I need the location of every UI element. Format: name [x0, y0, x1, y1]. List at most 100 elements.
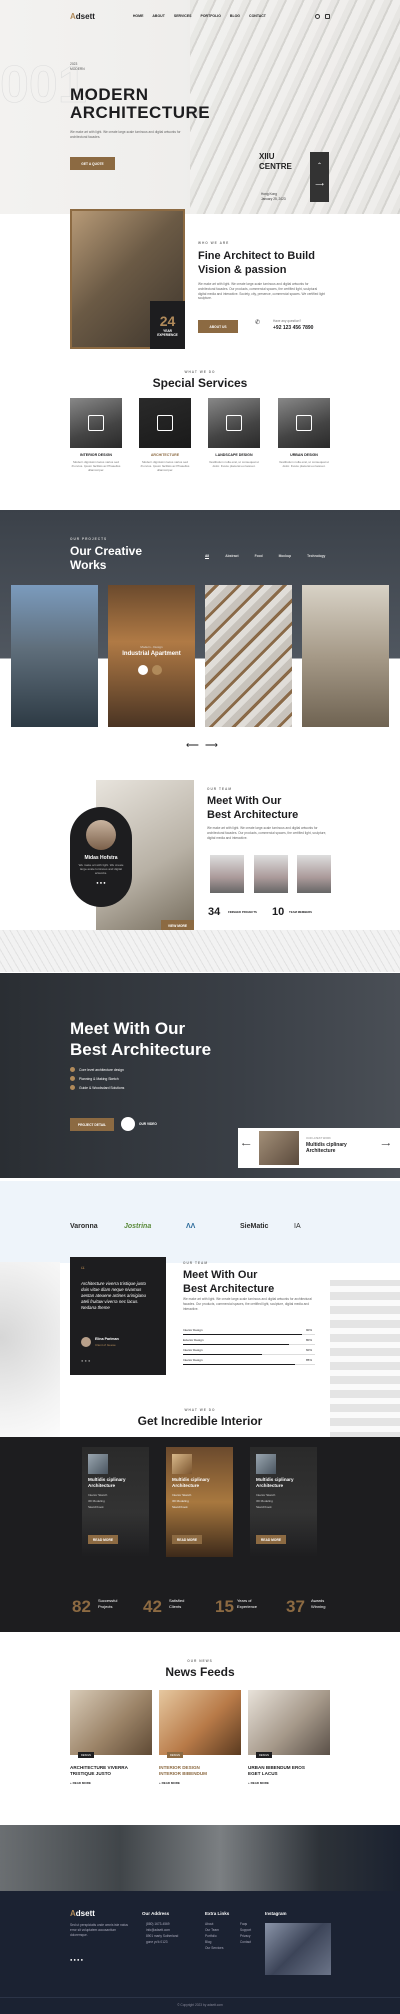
service-card[interactable]: INTERIOR DESIGN Modern dignissim lacus va…: [70, 398, 122, 473]
nav-home[interactable]: HOME: [133, 14, 144, 18]
footer-instagram-heading: Instagram: [265, 1911, 287, 1916]
service-card[interactable]: URBAN DESIGN Vestibulum nulla erat, ut co…: [278, 398, 330, 468]
slider-prev-icon[interactable]: ⌃: [310, 162, 329, 169]
interior-card[interactable]: Multidis ciplinary Architecture Interior …: [250, 1447, 317, 1557]
get-quote-button[interactable]: GET A QUOTE: [70, 157, 115, 170]
logo-text: dsett: [75, 11, 95, 21]
nav-services[interactable]: SERVICES: [174, 14, 192, 18]
stat-label-line1: Satisfied: [169, 1598, 185, 1603]
slider-next-icon[interactable]: ⟶: [310, 181, 329, 188]
team-face[interactable]: [297, 855, 331, 893]
logo[interactable]: Adsett: [70, 12, 95, 21]
tab-technology[interactable]: Technology: [307, 554, 325, 559]
experience-label2: EXPERIENCE: [157, 333, 178, 337]
client-logo[interactable]: SieMatic: [240, 1223, 268, 1230]
about-us-button[interactable]: ABOUT US: [198, 320, 238, 333]
service-card[interactable]: LANDSCAPE DESIGN Vestibulum nulla erat, u…: [208, 398, 260, 468]
menu-icon[interactable]: [325, 13, 330, 19]
news-tag[interactable]: DESIGN: [167, 1752, 183, 1758]
news-tag[interactable]: DESIGN: [78, 1752, 94, 1758]
read-more-link[interactable]: + READ MORE: [70, 1781, 152, 1785]
tab-food[interactable]: Food: [255, 554, 263, 559]
tab-mockup[interactable]: Mockup: [279, 554, 291, 559]
testimonial-dots[interactable]: ● ● ●: [81, 1358, 90, 1363]
link-icon[interactable]: [152, 665, 162, 675]
latest-work-card[interactable]: ⟵ OUR LATEST WORK Multidis ciplinary Arc…: [238, 1128, 400, 1168]
read-more-link[interactable]: + READ MORE: [159, 1781, 241, 1785]
team-face[interactable]: [254, 855, 288, 893]
client-logo[interactable]: Jostrina: [124, 1223, 151, 1230]
client-logo[interactable]: ΛΛ: [186, 1223, 195, 1230]
about-description: We make art with light. We create large-…: [198, 282, 326, 301]
avatar: [86, 820, 116, 850]
footer-link[interactable]: Contact: [240, 1939, 251, 1945]
works-prev-arrow[interactable]: ⟵: [186, 740, 199, 751]
banner-title: Meet With Our Best Architecture: [70, 1018, 211, 1060]
copyright: © Copyright 2023 by adsett.com: [177, 2003, 223, 2007]
client-logo[interactable]: IA: [294, 1223, 301, 1230]
interior-title: Get Incredible Interior: [137, 1414, 263, 1428]
testimonial-card: “ Architecture viverra tristique justo d…: [70, 1257, 166, 1375]
interior-icon: [88, 415, 104, 431]
read-more-button[interactable]: READ MORE: [256, 1535, 286, 1544]
check-text: Guide & Woodsdard Solutions: [79, 1085, 125, 1090]
news-kicker: OUR NEWS: [187, 1659, 213, 1663]
footer-link[interactable]: Our Services: [205, 1945, 223, 1951]
service-image: [278, 398, 330, 448]
nav-about[interactable]: ABOUT: [152, 14, 164, 18]
work-item-house[interactable]: [11, 585, 98, 727]
stat-label-line2: Winning: [311, 1603, 326, 1609]
work-item-skylight[interactable]: [205, 585, 292, 727]
team-face[interactable]: [210, 855, 244, 893]
nav-portfolio[interactable]: PORTFOLIO: [201, 14, 221, 18]
nav-links: HOME ABOUT SERVICES PORTFOLIO BLOG CONTA…: [133, 14, 266, 18]
news-card[interactable]: DESIGN INTERIOR DESIGN INTERIOR BIBENDUM …: [159, 1690, 241, 1785]
play-icon[interactable]: [121, 1117, 135, 1131]
member-social-icons[interactable]: ● ● ●: [70, 880, 132, 885]
news-card[interactable]: DESIGN ARCHITECTURE VIVERRA TRISTIQUE JUS…: [70, 1690, 152, 1785]
read-more-link[interactable]: + READ MORE: [248, 1781, 330, 1785]
testimonial-role: Client of Geese: [95, 1343, 116, 1347]
news-title: URBAN BIBENDUM EROS EGET LACUS: [248, 1765, 330, 1777]
play-icon[interactable]: [138, 665, 148, 675]
skill-bar-fill: [183, 1364, 296, 1366]
tab-all[interactable]: All: [205, 554, 210, 559]
project-detail-button[interactable]: PROJECT DETAIL: [70, 1118, 114, 1131]
work-item-interior[interactable]: [302, 585, 389, 727]
interior-card[interactable]: Multidis ciplinary Architecture Interior …: [82, 1447, 149, 1557]
interior-kicker: WHAT WE DO: [184, 1408, 216, 1412]
hero-project-name: XIIU CENTRE: [259, 152, 292, 172]
contact-phone-number[interactable]: +92 123 456 7890: [273, 325, 313, 331]
footer-social-icons[interactable]: ● ● ● ●: [70, 1957, 83, 1962]
client-logo[interactable]: Varonna: [70, 1223, 98, 1230]
nav-blog[interactable]: BLOG: [230, 14, 240, 18]
experience-years: 24: [159, 313, 176, 329]
footer: Adsett Sed ut perspiciatis unde omnis is…: [0, 1891, 400, 2014]
hero-description: We make art with light. We create large-…: [70, 130, 181, 139]
footer-logo[interactable]: Adsett: [70, 1909, 95, 1918]
works-next-arrow[interactable]: ⟶: [205, 740, 218, 751]
skill-bar-fill: [183, 1334, 302, 1336]
card-next-arrow[interactable]: ⟶: [381, 1141, 390, 1148]
footer-links-col2: Faqs Support Privacy Contact: [240, 1921, 251, 1945]
project-name-line1: XIIU: [259, 152, 275, 161]
skill-label: Interior Design: [183, 1328, 203, 1332]
search-icon[interactable]: [315, 13, 320, 19]
instagram-grid[interactable]: [265, 1923, 331, 1975]
nav-contact[interactable]: CONTACT: [249, 14, 266, 18]
skill-bar: [183, 1334, 315, 1336]
news-tag[interactable]: DESIGN: [256, 1752, 272, 1758]
our-video-label[interactable]: OUR VIDEO: [139, 1122, 157, 1126]
work-item-featured[interactable]: Modern - Design Industrial Apartment: [108, 585, 195, 727]
news-card[interactable]: DESIGN URBAN BIBENDUM EROS EGET LACUS + R…: [248, 1690, 330, 1785]
tab-abstract[interactable]: Abstract: [225, 554, 238, 559]
read-more-button[interactable]: READ MORE: [88, 1535, 118, 1544]
skills-title-line1: Meet With Our: [183, 1269, 258, 1281]
hero-title-line1: MODERN: [70, 85, 149, 104]
card-prev-arrow[interactable]: ⟵: [242, 1141, 251, 1148]
urban-icon: [296, 415, 312, 431]
interior-card[interactable]: Multidis ciplinary Architecture Interior …: [166, 1447, 233, 1557]
about-title-line2: Vision & passion: [198, 264, 287, 276]
service-card[interactable]: ARCHITECTURE Modern dignissim lacus variu…: [139, 398, 191, 473]
read-more-button[interactable]: READ MORE: [172, 1535, 202, 1544]
